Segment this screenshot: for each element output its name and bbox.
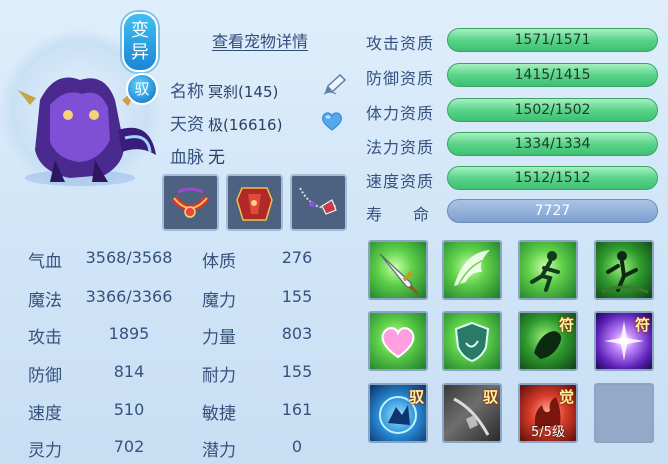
shield-icon	[454, 321, 490, 363]
speed-aptitude-label: 速度资质	[366, 172, 435, 191]
stat-value-speed: 510	[113, 400, 145, 419]
pet-talent-row: 天资 极(16616)	[170, 110, 282, 135]
variant-badge-top: 变	[131, 20, 149, 41]
rune-tag: 符	[634, 316, 650, 334]
running-figure-icon	[530, 251, 560, 292]
rune-tag: 符	[558, 316, 574, 334]
defense-aptitude-bar: 1415/1415	[447, 63, 658, 87]
skill-rune-green[interactable]: 符	[518, 311, 578, 371]
pet-name-row: 名称 冥刹(145)	[170, 77, 278, 102]
tame-badge: 驭	[126, 73, 158, 105]
attack-aptitude-label: 攻击资质	[366, 34, 435, 53]
stat-value-magic: 155	[281, 287, 313, 306]
stat-label-endurance: 耐力	[202, 366, 236, 386]
magic-aptitude-label: 法力资质	[366, 138, 435, 157]
speed-aptitude-bar: 1512/1512	[447, 166, 658, 190]
skill-tame-beast[interactable]: 驭	[368, 383, 428, 443]
lifespan-label-left: 寿	[366, 205, 384, 224]
skill-sword[interactable]	[368, 240, 428, 300]
stat-value-constitution: 276	[281, 248, 313, 267]
lifespan-bar: 7727	[447, 199, 658, 223]
view-pet-details-link[interactable]: 查看宠物详情	[212, 28, 308, 52]
stat-label-magic: 魔力	[202, 291, 236, 311]
stat-value-defense: 814	[113, 362, 145, 381]
skill-heart[interactable]	[368, 311, 428, 371]
stat-value-agility: 161	[281, 400, 313, 419]
defense-aptitude-label: 防御资质	[366, 69, 435, 88]
stat-label-constitution: 体质	[202, 252, 236, 272]
stat-value-hp: 3568/3568	[85, 248, 173, 267]
stamina-aptitude-label: 体力资质	[366, 104, 435, 123]
pet-bloodline-row: 血脉无	[170, 143, 225, 168]
equipment-slot-necklace[interactable]	[290, 174, 347, 231]
stamina-aptitude-bar: 1502/1502	[447, 98, 658, 122]
awaken-tag: 觉	[558, 388, 574, 406]
pet-bloodline-label: 血脉	[170, 148, 204, 168]
stat-value-mp: 3366/3366	[85, 287, 173, 306]
equip-collar-icon	[164, 176, 217, 229]
variant-badge: 变 异	[122, 12, 158, 72]
tame-tag: 驭	[482, 388, 498, 406]
stat-value-attack: 1895	[108, 324, 150, 343]
stat-label-mp: 魔法	[28, 291, 62, 311]
skill-kick[interactable]	[594, 240, 654, 300]
stat-label-defense: 防御	[28, 366, 62, 386]
stat-value-potential: 0	[291, 437, 303, 456]
skill-tame-claw[interactable]: 驭	[442, 383, 502, 443]
skill-wings[interactable]	[442, 240, 502, 300]
stat-value-spirit: 702	[113, 437, 145, 456]
attack-aptitude-bar: 1571/1571	[447, 28, 658, 52]
kick-figure-icon	[601, 251, 649, 294]
sword-icon	[379, 253, 420, 296]
skill-slot-empty[interactable]	[594, 383, 654, 443]
stat-label-potential: 潜力	[202, 441, 236, 461]
pet-name-value: 冥刹(145)	[208, 83, 279, 101]
magic-aptitude-bar: 1334/1334	[447, 132, 658, 156]
stat-label-speed: 速度	[28, 404, 62, 424]
pet-talent-label: 天资	[170, 115, 204, 135]
skill-rune-purple[interactable]: 符	[594, 311, 654, 371]
stat-label-agility: 敏捷	[202, 404, 236, 424]
heart-icon[interactable]	[320, 110, 344, 132]
equipment-slot-collar[interactable]	[162, 174, 219, 231]
stat-label-hp: 气血	[28, 252, 62, 272]
pet-name-label: 名称	[170, 82, 204, 102]
equip-armor-icon	[228, 176, 281, 229]
stat-label-spirit: 灵力	[28, 441, 62, 461]
lifespan-label: 寿命	[366, 201, 430, 225]
stat-value-endurance: 155	[281, 362, 313, 381]
equipment-slot-armor[interactable]	[226, 174, 283, 231]
lifespan-label-right: 命	[413, 205, 431, 224]
pet-talent-value: 极(16616)	[208, 116, 283, 134]
pen-icon[interactable]	[322, 72, 348, 96]
tame-tag: 驭	[408, 388, 424, 406]
skill-awaken[interactable]: 觉 5/5级	[518, 383, 578, 443]
wings-icon	[454, 250, 490, 287]
equip-necklace-icon	[292, 176, 345, 229]
heart-skill-icon	[381, 327, 415, 359]
pet-bloodline-value: 无	[208, 148, 225, 168]
awaken-level: 5/5级	[531, 425, 565, 440]
variant-badge-bottom: 异	[131, 42, 149, 63]
stat-label-attack: 攻击	[28, 328, 62, 348]
skill-dash[interactable]	[518, 240, 578, 300]
skill-shield[interactable]	[442, 311, 502, 371]
stat-label-strength: 力量	[202, 328, 236, 348]
stat-value-strength: 803	[281, 324, 313, 343]
